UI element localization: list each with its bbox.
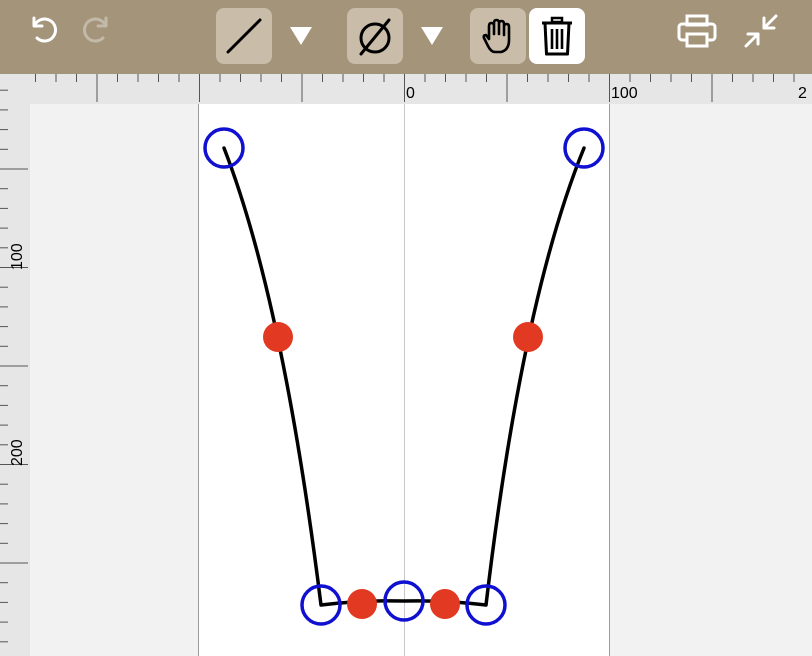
midpoint-handle[interactable] (347, 589, 377, 619)
trash-icon (542, 16, 572, 56)
diameter-tool-button[interactable] (347, 8, 403, 64)
ruler-label-left-200: 200 (9, 439, 26, 466)
vertical-ruler: 100 200 (0, 74, 30, 656)
ruler-label-left-100: 100 (9, 243, 26, 270)
ruler-label-200: 2 (798, 85, 807, 102)
delete-button[interactable] (529, 8, 585, 64)
page-area (198, 104, 609, 656)
redo-button[interactable] (76, 6, 120, 50)
collapse-button[interactable] (738, 8, 784, 54)
collapse-icon (744, 14, 778, 48)
drawing-canvas[interactable] (30, 104, 812, 656)
ruler-label-100: 100 (611, 85, 638, 102)
ruler-label-0: 0 (406, 85, 415, 102)
hand-icon (482, 18, 511, 54)
redo-icon (82, 16, 108, 43)
drawing-svg (198, 104, 610, 656)
printer-icon (677, 14, 717, 48)
midpoint-handle[interactable] (430, 589, 460, 619)
undo-button[interactable] (20, 6, 64, 50)
line-tool-icon (226, 18, 262, 54)
line-tool-button[interactable] (216, 8, 272, 64)
hand-tool-button[interactable] (470, 8, 526, 64)
line-tool-dropdown-arrow[interactable] (290, 27, 312, 45)
print-button[interactable] (674, 8, 720, 54)
midpoint-handle[interactable] (263, 322, 293, 352)
diameter-icon (359, 18, 391, 56)
diameter-tool-dropdown-arrow[interactable] (421, 27, 443, 45)
undo-icon (32, 16, 58, 43)
midpoint-handle[interactable] (513, 322, 543, 352)
top-toolbar (0, 0, 812, 74)
horizontal-ruler: 0 100 2 (30, 74, 812, 104)
